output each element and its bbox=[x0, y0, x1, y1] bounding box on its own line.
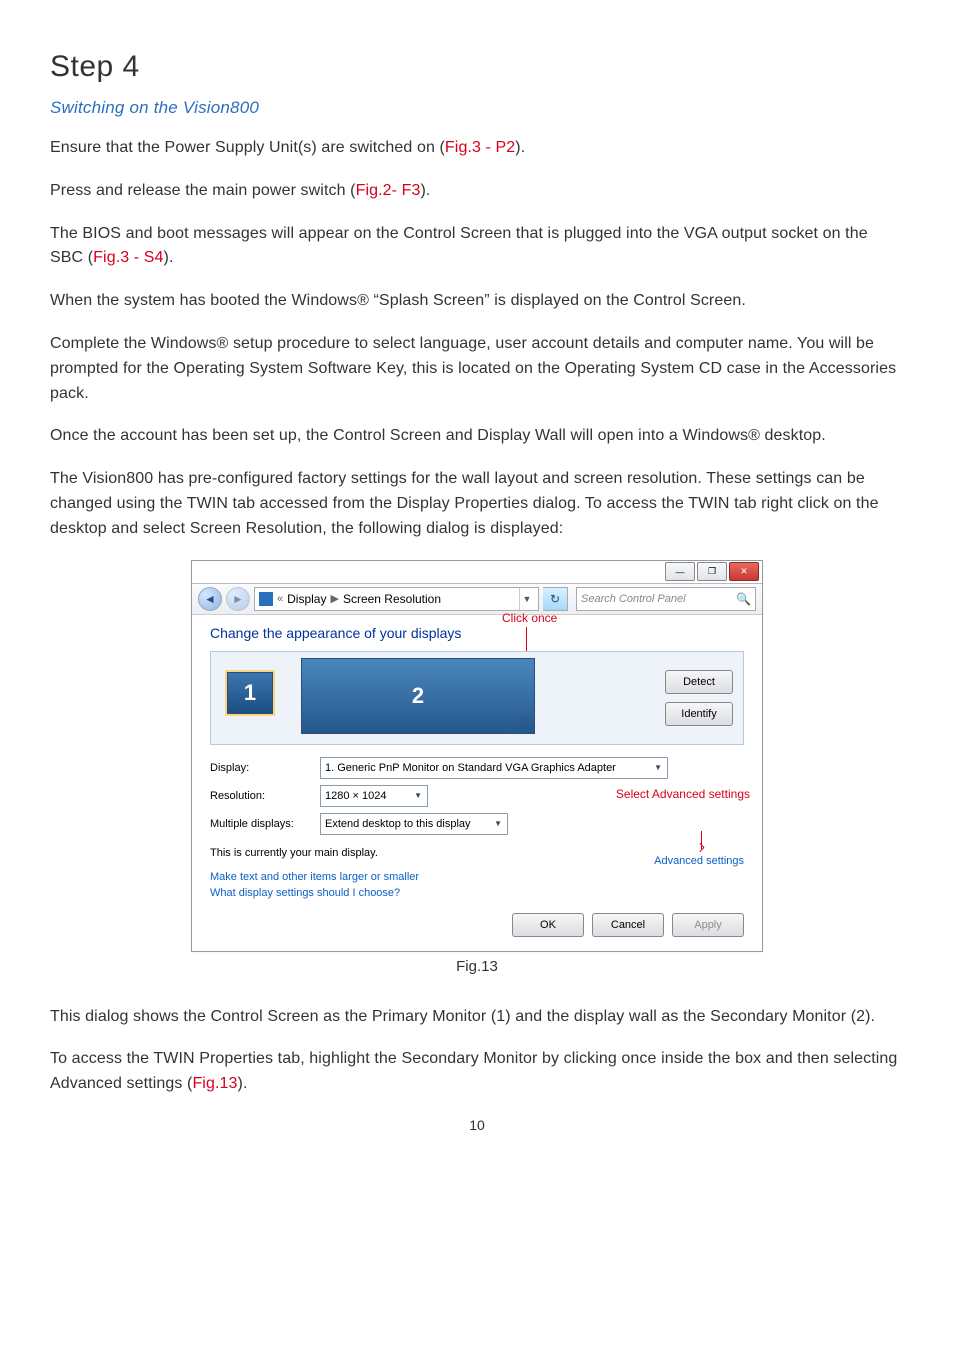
close-button[interactable]: ✕ bbox=[729, 562, 759, 581]
annotation-arrowhead-r bbox=[699, 847, 704, 852]
window-titlebar: — ❐ ✕ bbox=[192, 561, 762, 584]
chevron-right-icon: ▶ bbox=[330, 592, 338, 605]
combo-display-value: 1. Generic PnP Monitor on Standard VGA G… bbox=[325, 762, 616, 774]
annotation-select-advanced: Select Advanced settings bbox=[616, 787, 750, 801]
combo-multi-value: Extend desktop to this display bbox=[325, 818, 471, 830]
text: Press and release the main power switch … bbox=[50, 182, 356, 199]
paragraph-2: Press and release the main power switch … bbox=[50, 179, 904, 204]
combo-multi[interactable]: Extend desktop to this display ▼ bbox=[320, 813, 508, 835]
subtitle: Switching on the Vision800 bbox=[50, 98, 904, 118]
minimize-button[interactable]: — bbox=[665, 562, 695, 581]
display-arrangement[interactable]: 1 2 Detect Identify bbox=[210, 651, 744, 745]
display-icon bbox=[259, 592, 273, 606]
paragraph-4: When the system has booted the Windows® … bbox=[50, 289, 904, 314]
chevron-down-icon: ▼ bbox=[411, 791, 425, 800]
advanced-settings-link[interactable]: Advanced settings bbox=[654, 855, 744, 867]
refresh-button[interactable]: ↻ bbox=[543, 587, 568, 611]
breadcrumb[interactable]: « Display ▶ Screen Resolution ▼ bbox=[254, 587, 539, 611]
content-title: Change the appearance of your displays bbox=[210, 625, 744, 641]
apply-button[interactable]: Apply bbox=[672, 913, 744, 937]
search-icon: 🔍 bbox=[736, 592, 751, 606]
fig-ref: Fig.13 bbox=[192, 1075, 237, 1092]
text: ). bbox=[421, 182, 431, 199]
label-resolution: Resolution: bbox=[210, 790, 320, 802]
chevron-down-icon: ▼ bbox=[651, 763, 665, 772]
detect-button[interactable]: Detect bbox=[665, 670, 733, 694]
figure-caption: Fig.13 bbox=[50, 958, 904, 975]
screen-resolution-dialog: — ❐ ✕ ◄ ► « Display ▶ Screen Resolution bbox=[191, 560, 763, 952]
breadcrumb-screenres[interactable]: Screen Resolution bbox=[343, 592, 441, 606]
row-multi: Multiple displays: Extend desktop to thi… bbox=[210, 813, 744, 835]
identify-button[interactable]: Identify bbox=[665, 702, 733, 726]
breadcrumb-dropdown[interactable]: ▼ bbox=[519, 588, 534, 610]
combo-resolution[interactable]: 1280 × 1024 ▼ bbox=[320, 785, 428, 807]
monitor-2[interactable]: 2 bbox=[301, 658, 535, 734]
search-input[interactable]: Search Control Panel 🔍 bbox=[576, 587, 756, 611]
text: To access the TWIN Properties tab, highl… bbox=[50, 1050, 897, 1092]
text: ). bbox=[238, 1075, 248, 1092]
search-placeholder: Search Control Panel bbox=[581, 593, 686, 605]
text: ). bbox=[164, 249, 174, 266]
row-display: Display: 1. Generic PnP Monitor on Stand… bbox=[210, 757, 744, 779]
step-heading: Step 4 bbox=[50, 50, 904, 84]
forward-icon: ► bbox=[232, 592, 244, 606]
combo-resolution-value: 1280 × 1024 bbox=[325, 790, 386, 802]
row-resolution: Resolution: 1280 × 1024 ▼ Select Advance… bbox=[210, 785, 744, 807]
text: ). bbox=[515, 139, 525, 156]
monitor-1[interactable]: 1 bbox=[227, 672, 273, 714]
maximize-button[interactable]: ❐ bbox=[697, 562, 727, 581]
monitor-2-label: 2 bbox=[412, 683, 424, 709]
breadcrumb-display[interactable]: Display bbox=[287, 592, 326, 606]
page-number: 10 bbox=[50, 1117, 904, 1133]
paragraph-1: Ensure that the Power Supply Unit(s) are… bbox=[50, 136, 904, 161]
back-button[interactable]: ◄ bbox=[198, 587, 222, 611]
paragraph-6: Once the account has been set up, the Co… bbox=[50, 424, 904, 449]
paragraph-5: Complete the Windows® setup procedure to… bbox=[50, 332, 904, 406]
label-multi: Multiple displays: bbox=[210, 818, 320, 830]
link-text-size[interactable]: Make text and other items larger or smal… bbox=[210, 871, 744, 883]
paragraph-8: This dialog shows the Control Screen as … bbox=[50, 1005, 904, 1030]
back-icon: ◄ bbox=[204, 592, 216, 606]
paragraph-3: The BIOS and boot messages will appear o… bbox=[50, 222, 904, 272]
ok-button[interactable]: OK bbox=[512, 913, 584, 937]
fig-ref: Fig.2- F3 bbox=[356, 182, 421, 199]
annotation-arrowhead-l bbox=[699, 842, 704, 847]
combo-display[interactable]: 1. Generic PnP Monitor on Standard VGA G… bbox=[320, 757, 668, 779]
breadcrumb-prefix: « bbox=[277, 593, 283, 605]
button-row: OK Cancel Apply bbox=[210, 913, 744, 937]
paragraph-9: To access the TWIN Properties tab, highl… bbox=[50, 1047, 904, 1097]
resize-handle-icon bbox=[514, 717, 528, 729]
chevron-down-icon: ▼ bbox=[491, 819, 505, 828]
forward-button[interactable]: ► bbox=[226, 587, 250, 611]
refresh-icon: ↻ bbox=[550, 592, 560, 606]
label-display: Display: bbox=[210, 762, 320, 774]
cancel-button[interactable]: Cancel bbox=[592, 913, 664, 937]
text: Ensure that the Power Supply Unit(s) are… bbox=[50, 139, 445, 156]
paragraph-7: The Vision800 has pre-configured factory… bbox=[50, 467, 904, 541]
link-what-settings[interactable]: What display settings should I choose? bbox=[210, 887, 744, 899]
navigation-bar: ◄ ► « Display ▶ Screen Resolution ▼ ↻ bbox=[192, 584, 762, 615]
fig-ref: Fig.3 - S4 bbox=[93, 249, 163, 266]
main-display-note: This is currently your main display. bbox=[210, 847, 378, 859]
fig-ref: Fig.3 - P2 bbox=[445, 139, 515, 156]
